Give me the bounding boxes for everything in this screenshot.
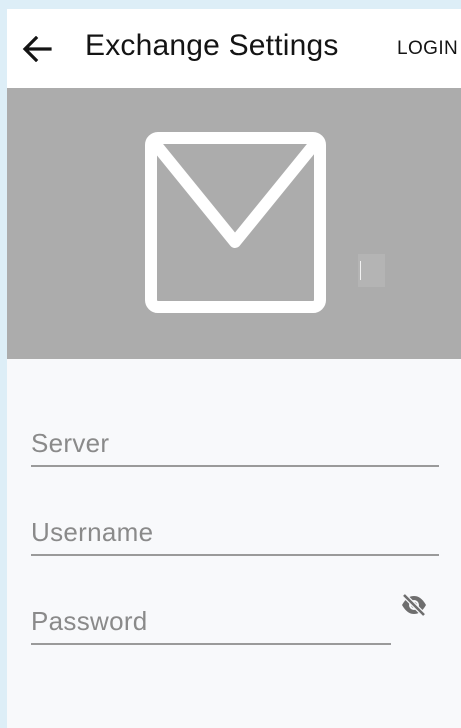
eye-off-icon — [402, 593, 426, 617]
arrow-back-icon — [22, 36, 52, 62]
text-cursor — [360, 261, 361, 280]
password-input-placeholder: Password — [31, 606, 148, 636]
server-input-placeholder: Server — [31, 428, 110, 458]
username-input-placeholder: Username — [31, 517, 154, 547]
password-visibility-toggle[interactable] — [398, 590, 430, 620]
page-title: Exchange Settings — [85, 29, 339, 62]
hero-banner — [7, 88, 461, 359]
username-underline — [31, 554, 439, 556]
back-button[interactable] — [15, 27, 59, 71]
app-bar: Exchange Settings LOGIN — [7, 9, 461, 88]
mail-icon — [145, 132, 326, 313]
password-field[interactable]: Password — [31, 597, 391, 645]
username-field[interactable]: Username — [31, 508, 439, 556]
server-field[interactable]: Server — [31, 419, 439, 467]
text-cursor-highlight — [358, 254, 385, 287]
password-underline — [31, 643, 391, 645]
app-screen: Exchange Settings LOGIN Server Username … — [7, 9, 461, 728]
login-button[interactable]: LOGIN — [397, 38, 458, 60]
server-underline — [31, 465, 439, 467]
